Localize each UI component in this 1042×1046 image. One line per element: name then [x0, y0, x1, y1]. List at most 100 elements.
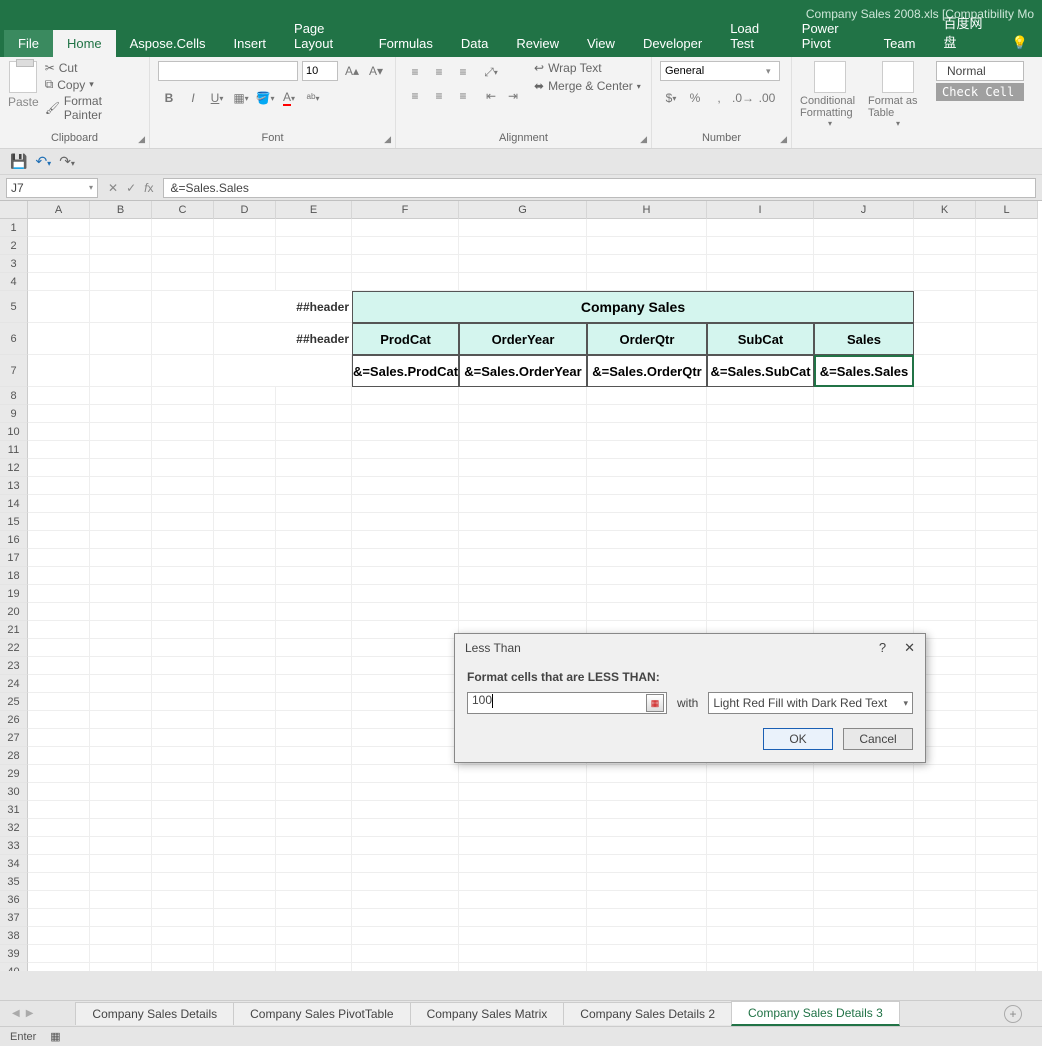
cell[interactable]: [152, 729, 214, 747]
tab-team[interactable]: Team: [870, 30, 930, 57]
cell-H7[interactable]: &=Sales.OrderQtr: [587, 355, 707, 387]
font-size-input[interactable]: [302, 61, 338, 81]
cell[interactable]: [352, 459, 459, 477]
cell[interactable]: [28, 459, 90, 477]
col-header[interactable]: I: [707, 201, 814, 219]
cell[interactable]: [276, 729, 352, 747]
dialog-close-button[interactable]: ✕: [904, 640, 915, 656]
cell[interactable]: [352, 945, 459, 963]
cell[interactable]: [914, 783, 976, 801]
col-header[interactable]: F: [352, 201, 459, 219]
cell[interactable]: [707, 567, 814, 585]
cell[interactable]: [90, 675, 152, 693]
cell[interactable]: [352, 405, 459, 423]
cell[interactable]: [707, 459, 814, 477]
cell[interactable]: [214, 693, 276, 711]
cell[interactable]: [976, 783, 1038, 801]
cell[interactable]: [352, 675, 459, 693]
cell[interactable]: [90, 711, 152, 729]
cell[interactable]: [214, 603, 276, 621]
cell-header-subcat[interactable]: SubCat: [707, 323, 814, 355]
cell[interactable]: [587, 459, 707, 477]
cell[interactable]: [976, 405, 1038, 423]
cell[interactable]: [914, 531, 976, 549]
tab-aspose[interactable]: Aspose.Cells: [116, 30, 220, 57]
cell[interactable]: [976, 585, 1038, 603]
cell[interactable]: [459, 783, 587, 801]
cell[interactable]: [352, 873, 459, 891]
cell[interactable]: [276, 567, 352, 585]
italic-button[interactable]: I: [182, 87, 204, 109]
cell[interactable]: [352, 567, 459, 585]
cell[interactable]: [352, 549, 459, 567]
cell[interactable]: [90, 495, 152, 513]
cell[interactable]: [276, 891, 352, 909]
row-header[interactable]: 4: [0, 273, 28, 291]
tab-insert[interactable]: Insert: [220, 30, 281, 57]
cell[interactable]: [814, 765, 914, 783]
cell[interactable]: [28, 891, 90, 909]
cell[interactable]: [976, 657, 1038, 675]
cell[interactable]: [914, 819, 976, 837]
cell[interactable]: [914, 423, 976, 441]
cell[interactable]: [214, 801, 276, 819]
sheet-tab[interactable]: Company Sales Details 2: [563, 1002, 732, 1025]
cell[interactable]: [214, 873, 276, 891]
tab-formulas[interactable]: Formulas: [365, 30, 447, 57]
enter-formula-button[interactable]: ✓: [126, 181, 136, 195]
cell[interactable]: [28, 585, 90, 603]
cell[interactable]: [90, 837, 152, 855]
cell[interactable]: [976, 675, 1038, 693]
cell[interactable]: [352, 819, 459, 837]
cell[interactable]: [707, 765, 814, 783]
cell[interactable]: [707, 891, 814, 909]
cell[interactable]: [459, 819, 587, 837]
cell[interactable]: [976, 693, 1038, 711]
cell[interactable]: [28, 513, 90, 531]
cell[interactable]: [276, 693, 352, 711]
cell[interactable]: [459, 765, 587, 783]
fill-color-button[interactable]: 🪣▾: [254, 87, 276, 109]
cell[interactable]: [152, 963, 214, 971]
cell[interactable]: [814, 531, 914, 549]
cell[interactable]: [459, 909, 587, 927]
cell[interactable]: [707, 909, 814, 927]
cell[interactable]: [976, 945, 1038, 963]
cell[interactable]: [90, 747, 152, 765]
cell[interactable]: [459, 513, 587, 531]
align-right-button[interactable]: ≡: [452, 85, 474, 107]
row-header[interactable]: 33: [0, 837, 28, 855]
cell[interactable]: [587, 513, 707, 531]
cell[interactable]: [814, 783, 914, 801]
cell[interactable]: [28, 549, 90, 567]
tab-load-test[interactable]: Load Test: [716, 15, 788, 57]
cell[interactable]: [814, 873, 914, 891]
cell[interactable]: [28, 783, 90, 801]
cell-company-sales-header[interactable]: Company Sales: [352, 291, 914, 323]
col-header[interactable]: J: [814, 201, 914, 219]
cell[interactable]: [28, 657, 90, 675]
percent-button[interactable]: %: [684, 87, 706, 109]
cell[interactable]: [976, 837, 1038, 855]
dialog-value-input[interactable]: 100 ▦: [467, 692, 667, 714]
cell[interactable]: [914, 891, 976, 909]
align-middle-button[interactable]: ≡: [428, 61, 450, 83]
cell[interactable]: [90, 801, 152, 819]
cell[interactable]: [707, 549, 814, 567]
cell[interactable]: [459, 855, 587, 873]
cell[interactable]: [90, 927, 152, 945]
cell[interactable]: [707, 531, 814, 549]
cell[interactable]: [28, 495, 90, 513]
cell[interactable]: [276, 711, 352, 729]
cell[interactable]: [28, 405, 90, 423]
font-name-input[interactable]: [158, 61, 298, 81]
cell[interactable]: [214, 909, 276, 927]
row-header[interactable]: 18: [0, 567, 28, 585]
cell[interactable]: [214, 441, 276, 459]
cell[interactable]: [276, 423, 352, 441]
cell[interactable]: [814, 585, 914, 603]
row-header[interactable]: 40: [0, 963, 28, 971]
cell-G7[interactable]: &=Sales.OrderYear: [459, 355, 587, 387]
cell[interactable]: [214, 927, 276, 945]
cell[interactable]: [587, 837, 707, 855]
